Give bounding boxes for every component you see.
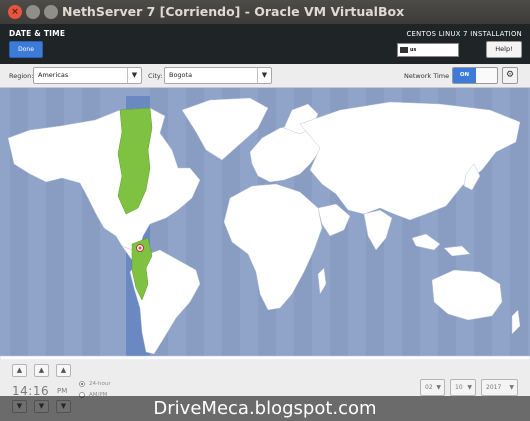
window-close-button[interactable]: × [8, 5, 22, 19]
city-select[interactable]: Bogota ▼ [164, 67, 272, 84]
arrow-up-icon: ▲ [60, 366, 67, 374]
gear-icon: ⚙ [505, 70, 515, 80]
arrow-up-icon: ▲ [38, 366, 45, 374]
region-label: Region: [9, 72, 34, 80]
ampm-value: PM [57, 387, 68, 395]
chevron-down-icon: ▼ [467, 384, 472, 391]
chevron-down-icon: ▼ [436, 384, 441, 391]
month-value: 02 [425, 384, 433, 391]
day-value: 10 [455, 384, 463, 391]
city-value: Bogota [169, 71, 193, 79]
day-select[interactable]: 10 ▼ [450, 379, 476, 396]
format-24h-label: 24-hour [89, 381, 111, 387]
window-maximize-button[interactable] [44, 5, 58, 19]
network-time-state: ON [453, 68, 476, 83]
help-button[interactable]: Help! [486, 41, 522, 58]
keyboard-icon [400, 46, 408, 53]
network-time-settings-button[interactable]: ⚙ [502, 67, 518, 84]
city-label: City: [148, 72, 163, 80]
window-minimize-button[interactable] [26, 5, 40, 19]
timezone-map[interactable] [0, 88, 530, 360]
world-map-svg [0, 88, 530, 360]
ampm-up-button[interactable]: ▲ [56, 364, 71, 377]
done-button[interactable]: Done [9, 41, 43, 58]
arrow-up-icon: ▲ [16, 366, 23, 374]
timezone-controls: Region: Americas ▼ City: Bogota ▼ Networ… [0, 64, 530, 88]
month-select[interactable]: 02 ▼ [420, 379, 445, 396]
year-select[interactable]: 2017 ▼ [481, 379, 518, 396]
page-title: DATE & TIME [9, 29, 66, 38]
year-value: 2017 [486, 384, 502, 391]
window-title: NethServer 7 [Corriendo] - Oracle VM Vir… [62, 4, 405, 19]
keyboard-layout-indicator[interactable]: us [397, 43, 459, 57]
city-marker [136, 244, 144, 252]
product-title: CENTOS LINUX 7 INSTALLATION [406, 30, 522, 38]
window-titlebar: × NethServer 7 [Corriendo] - Oracle VM V… [0, 0, 530, 24]
close-icon: × [11, 7, 19, 17]
chevron-down-icon: ▼ [127, 68, 141, 83]
hours-up-button[interactable]: ▲ [12, 364, 27, 377]
minutes-up-button[interactable]: ▲ [34, 364, 49, 377]
watermark: DriveMeca.blogspot.com [0, 396, 530, 421]
network-time-label: Network Time [404, 72, 450, 80]
format-24h-radio[interactable] [79, 381, 85, 387]
network-time-toggle[interactable]: ON [452, 67, 498, 84]
chevron-down-icon: ▼ [509, 384, 514, 391]
keyboard-layout-label: us [410, 47, 417, 53]
region-select[interactable]: Americas ▼ [33, 67, 142, 84]
region-value: Americas [38, 71, 69, 79]
chevron-down-icon: ▼ [257, 68, 271, 83]
